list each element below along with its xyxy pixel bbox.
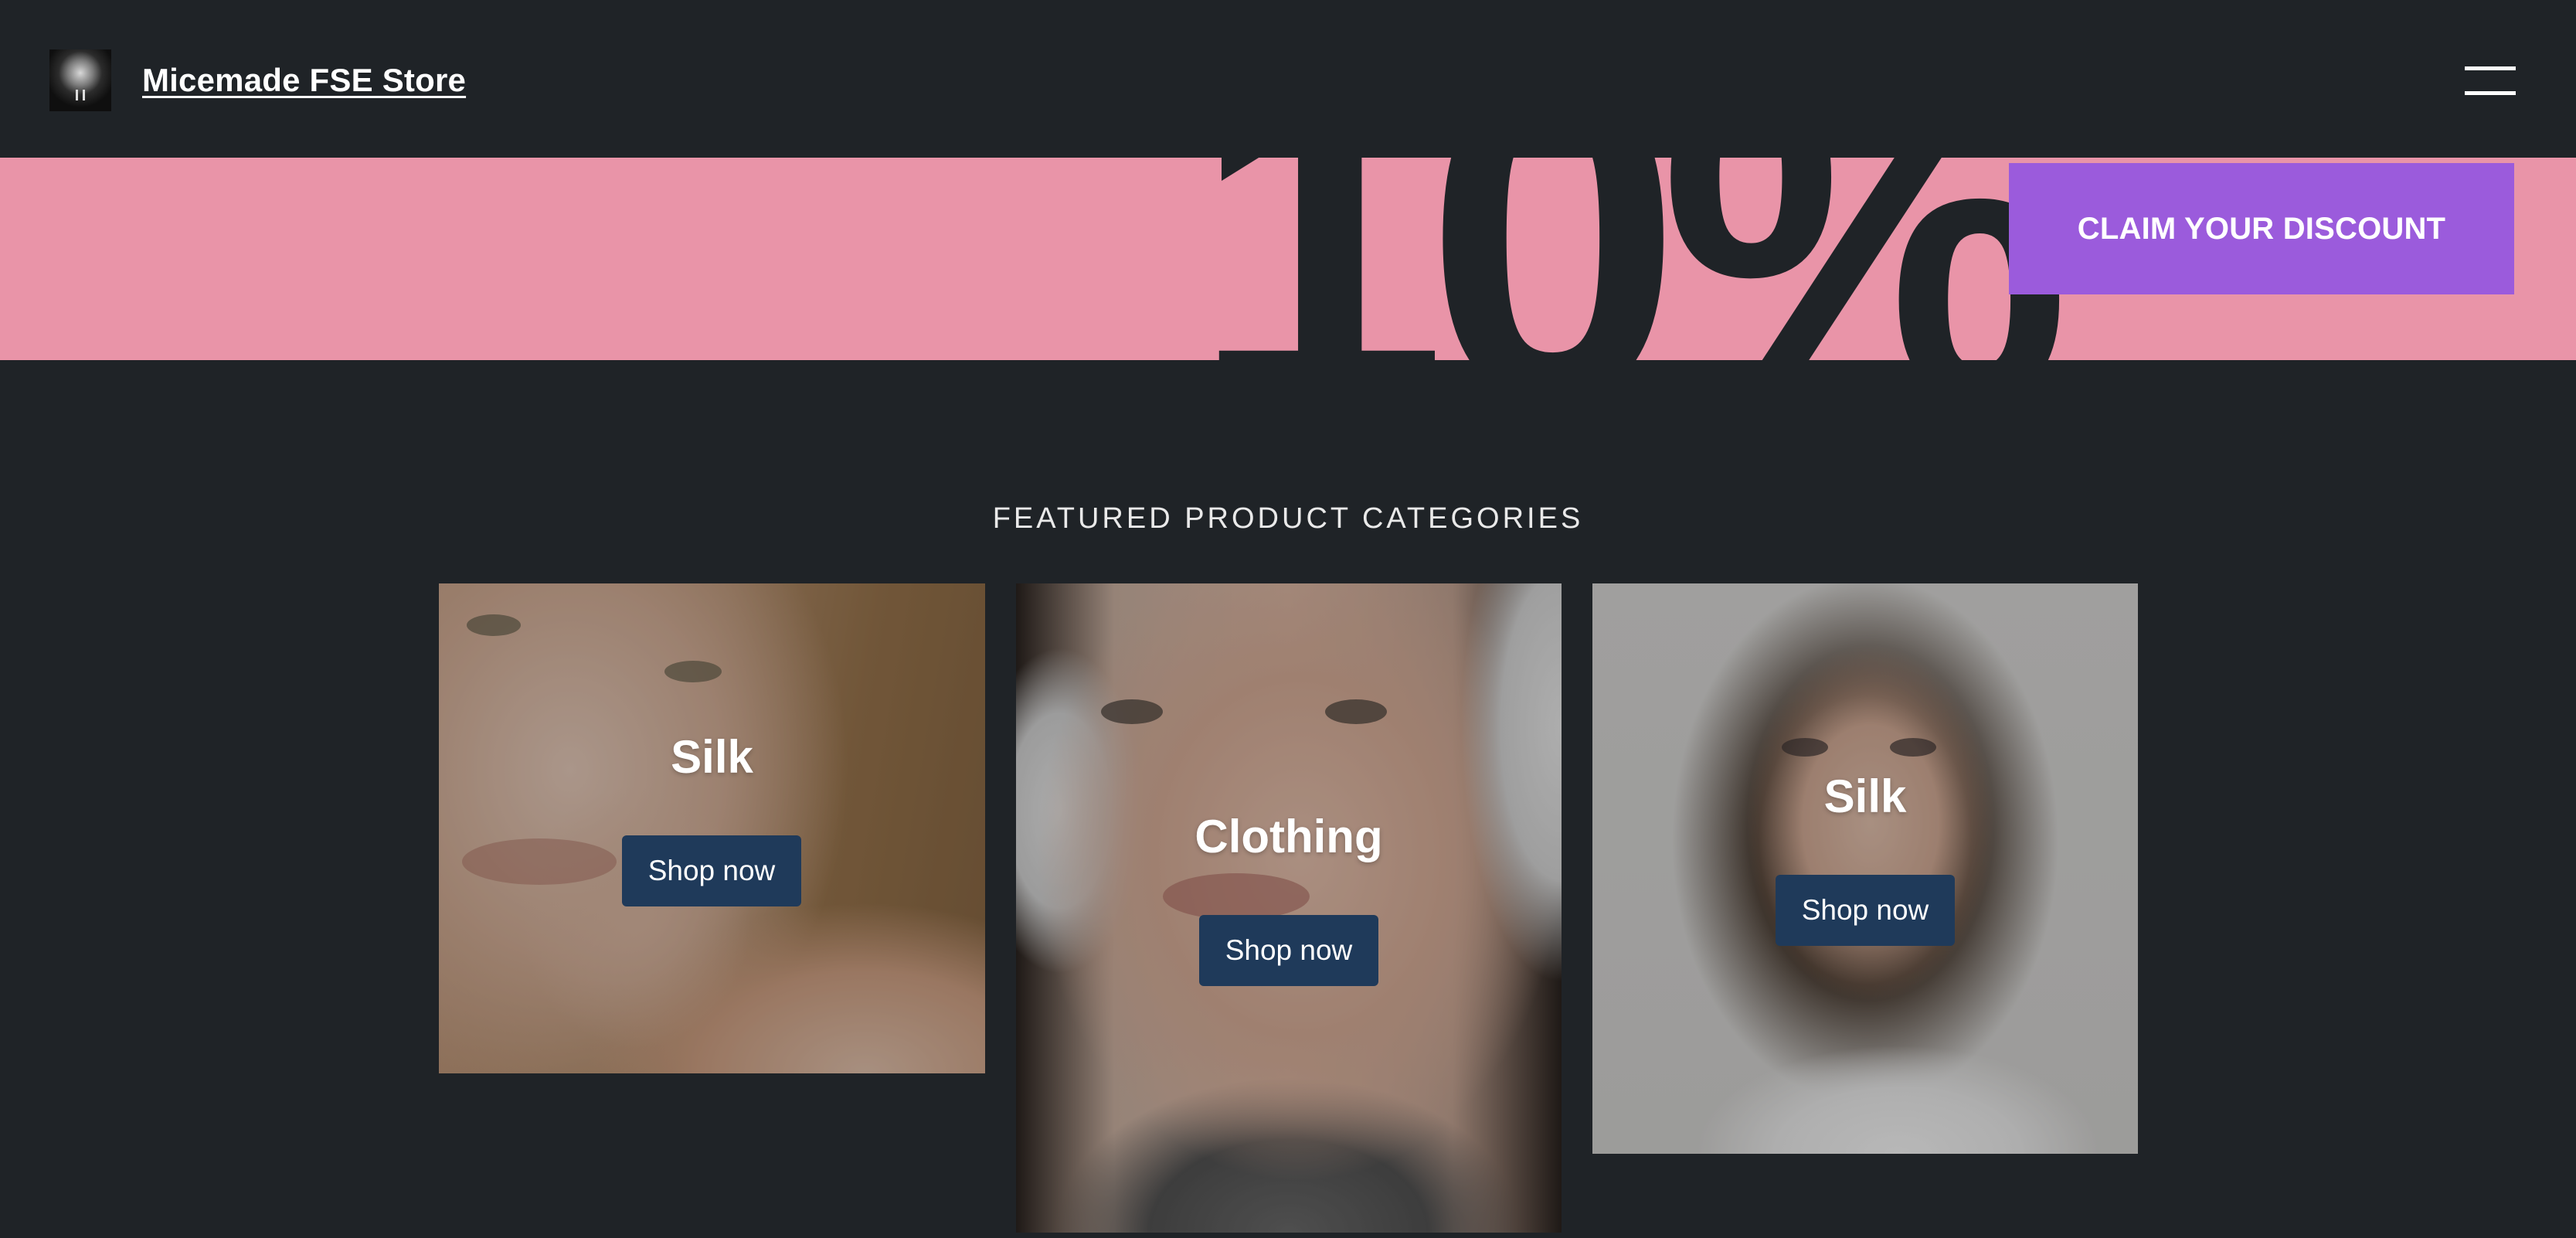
image-overlay [439, 583, 985, 1073]
image-overlay [1592, 583, 2138, 1154]
shop-now-button[interactable]: Shop now [622, 835, 801, 906]
discount-banner: 10% CLAIM YOUR DISCOUNT [0, 158, 2576, 360]
category-card-silk[interactable]: Silk Shop now [439, 583, 985, 1073]
category-title: Clothing [1195, 811, 1383, 862]
image-overlay [1016, 583, 1562, 1233]
menu-line [2465, 66, 2516, 70]
site-title-link[interactable]: Micemade FSE Store [142, 62, 466, 99]
site-header: Micemade FSE Store [0, 0, 2576, 158]
menu-line [2465, 91, 2516, 95]
featured-categories-heading: FEATURED PRODUCT CATEGORIES [992, 502, 1584, 535]
shop-now-button[interactable]: Shop now [1199, 915, 1378, 986]
logo-mark [76, 90, 85, 100]
hamburger-menu-icon[interactable] [2465, 62, 2516, 100]
discount-percent-text: 10% [1190, 158, 2071, 360]
category-card-clothing[interactable]: Clothing Shop now [1016, 583, 1562, 1233]
shop-now-button[interactable]: Shop now [1776, 875, 1955, 946]
category-title: Silk [1823, 770, 1907, 822]
claim-discount-button[interactable]: CLAIM YOUR DISCOUNT [2009, 163, 2514, 294]
logo-icon[interactable] [49, 49, 111, 111]
category-card-silk-2[interactable]: Silk Shop now [1592, 583, 2138, 1154]
category-title: Silk [671, 731, 753, 783]
